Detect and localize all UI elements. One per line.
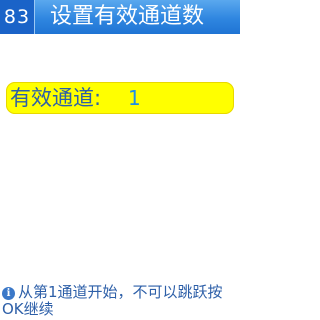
- hint-text: 从第1通道开始，不可以跳跃按OK继续: [2, 283, 223, 318]
- info-icon: i: [2, 287, 15, 300]
- valid-channels-label: 有效通道:: [10, 86, 102, 110]
- title-bar: 83 设置有效通道数: [0, 0, 240, 34]
- page-title: 设置有效通道数: [50, 4, 205, 29]
- valid-channels-value[interactable]: 1: [128, 82, 141, 114]
- valid-channels-selector[interactable]: 有效通道: 1: [6, 82, 234, 114]
- screen-number: 83: [0, 0, 35, 34]
- hint-message: i 从第1通道开始，不可以跳跃按OK继续: [2, 284, 238, 318]
